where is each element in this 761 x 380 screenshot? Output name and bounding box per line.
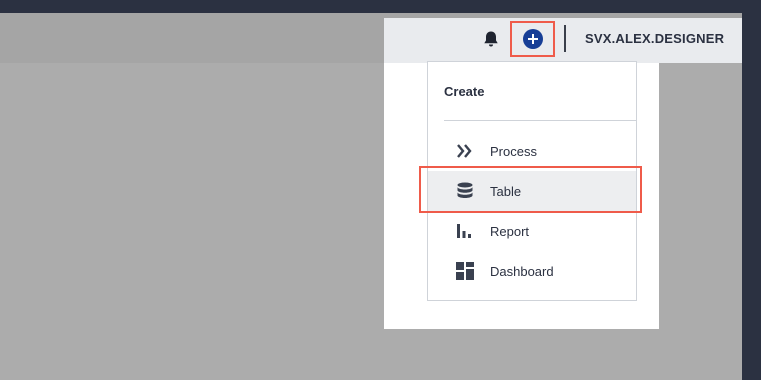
create-button[interactable] xyxy=(510,21,555,57)
menu-item-label: Dashboard xyxy=(490,264,554,279)
menu-item-report[interactable]: Report xyxy=(428,211,636,251)
create-menu-title: Create xyxy=(444,84,485,99)
chevrons-right-icon xyxy=(457,144,472,158)
menu-divider xyxy=(444,120,636,121)
window-edge xyxy=(742,13,761,380)
menu-item-label: Report xyxy=(490,224,530,239)
bell-icon[interactable] xyxy=(481,29,501,49)
window-top-bar xyxy=(0,0,761,13)
menu-item-label: Process xyxy=(490,144,537,159)
table-highlight-box xyxy=(419,166,642,213)
user-menu[interactable]: SVX.ALEX.DESIGNER xyxy=(585,31,724,46)
bar-chart-icon xyxy=(457,224,471,238)
menu-item-process[interactable]: Process xyxy=(428,131,636,171)
menu-item-dashboard[interactable]: Dashboard xyxy=(428,251,636,291)
plus-circle-icon xyxy=(522,29,543,49)
header-divider xyxy=(564,25,566,52)
dashboard-icon xyxy=(456,262,474,280)
